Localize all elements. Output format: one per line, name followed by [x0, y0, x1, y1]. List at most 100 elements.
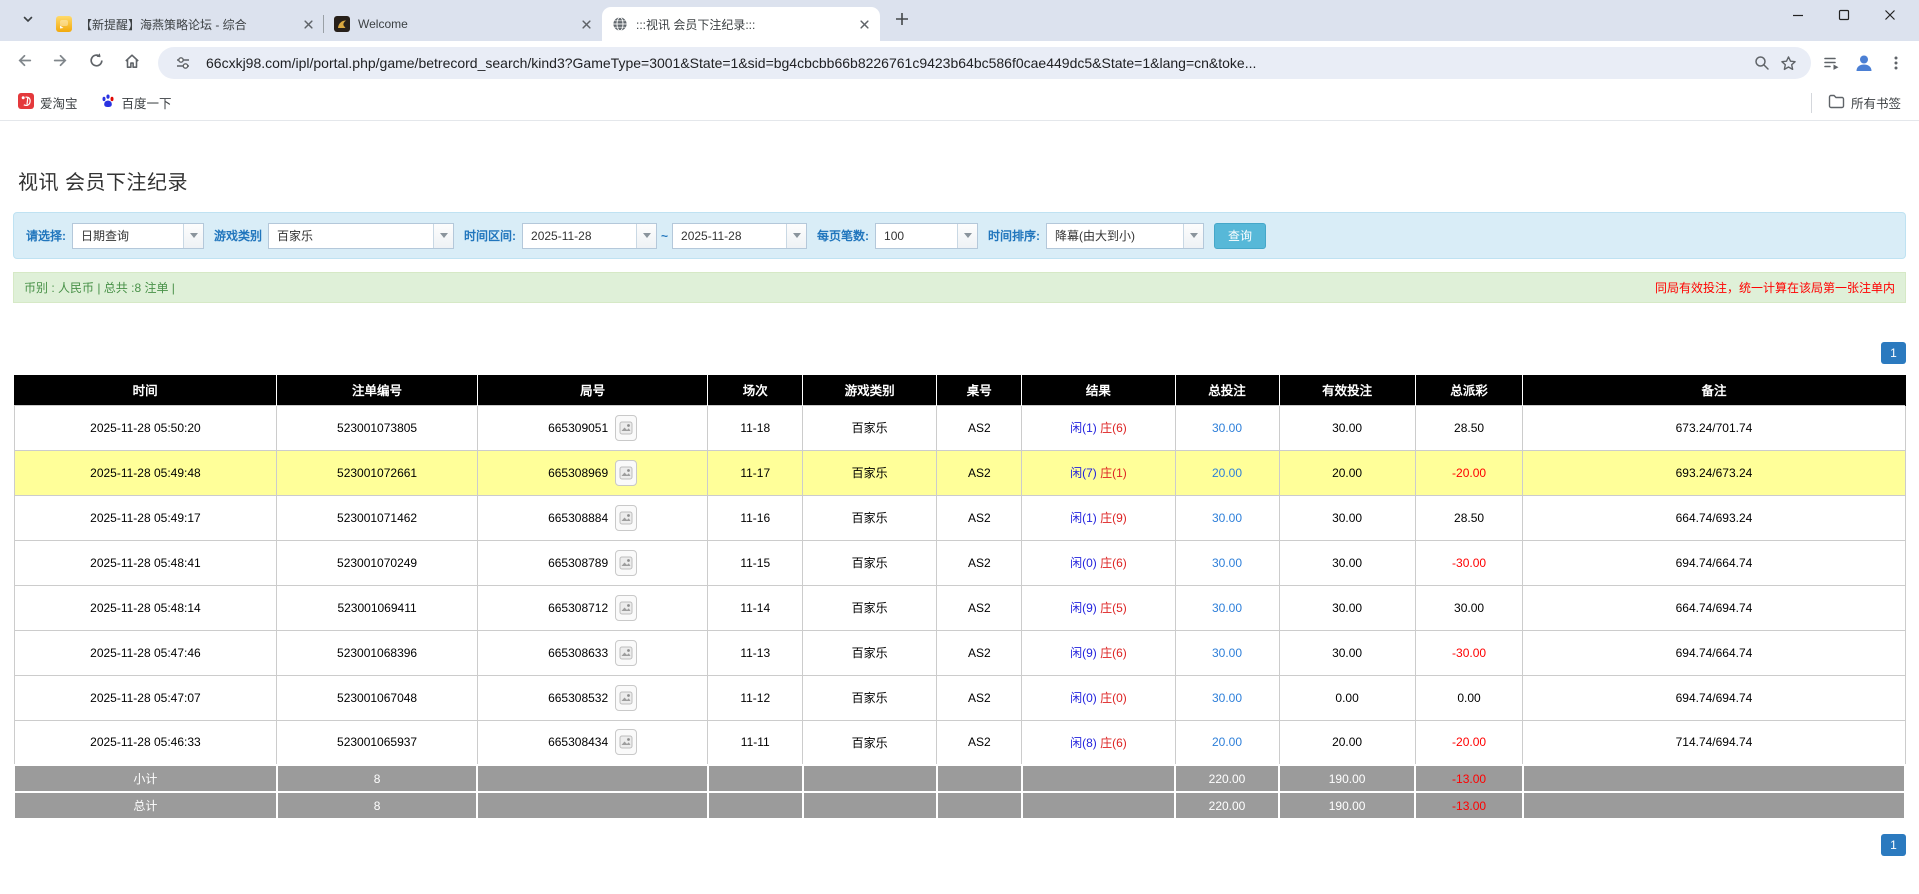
bookmark-item[interactable]: 爱淘宝: [10, 89, 86, 116]
combo-arrow-icon[interactable]: [786, 223, 807, 248]
search-button[interactable]: 查询: [1214, 222, 1267, 249]
cell-time: 2025-11-28 05:48:41: [13, 539, 278, 586]
cell-remark: 673.24/701.74: [1522, 404, 1906, 451]
combo-arrow-icon[interactable]: [1183, 223, 1204, 248]
cell-valid-bet: 30.00: [1278, 539, 1416, 586]
tab-close-icon[interactable]: [856, 16, 872, 32]
close-icon: [1884, 8, 1896, 26]
site-info-icon[interactable]: [170, 50, 196, 76]
page-number-button[interactable]: 1: [1881, 834, 1906, 856]
page-number-button[interactable]: 1: [1881, 342, 1906, 364]
column-header: 游戏类别: [802, 375, 938, 405]
cell-game-type: 百家乐: [802, 404, 938, 451]
cell-bet-id: 523001072661: [276, 449, 478, 496]
cell-time: 2025-11-28 05:50:20: [13, 404, 278, 451]
combo-arrow-icon[interactable]: [957, 223, 978, 248]
cell-total-bet[interactable]: 20.00: [1174, 719, 1280, 766]
all-bookmarks-button[interactable]: 所有书签: [1820, 89, 1909, 116]
forward-button[interactable]: [43, 46, 77, 80]
date-from-value: 2025-11-28: [531, 228, 592, 243]
url-text[interactable]: 66cxkj98.com/ipl/portal.php/game/betreco…: [206, 55, 1739, 71]
table-row: 2025-11-28 05:49:48 523001072661 665308969…: [13, 449, 1906, 496]
column-header: 时间: [14, 375, 278, 405]
table-row: 2025-11-28 05:50:20 523001073805 665309051…: [13, 404, 1906, 451]
column-header: 桌号: [936, 375, 1023, 405]
cell-time: 2025-11-28 05:47:46: [13, 629, 278, 676]
cell-total-bet[interactable]: 30.00: [1174, 494, 1280, 541]
combo-arrow-icon[interactable]: [183, 223, 203, 248]
cell-valid-bet: 30.00: [1278, 584, 1416, 631]
browser-tab[interactable]: Welcome: [323, 7, 602, 41]
home-button[interactable]: [115, 46, 149, 80]
browser-tab[interactable]: :::视讯 会员下注纪录:::: [602, 7, 880, 41]
table-header-row: 时间 注单编号 局号 场次 游戏类别 桌号 结果 总投注 有效投注 总派彩 备注: [14, 375, 1906, 405]
video-replay-icon[interactable]: [615, 414, 638, 441]
sort-value: 降幕(由大到小): [1055, 229, 1136, 243]
cell-bet-id: 523001065937: [276, 719, 478, 766]
bookmark-item[interactable]: 百度一下: [92, 89, 180, 116]
cell-payout: 0.00: [1414, 674, 1524, 721]
tab-strip-tabs: 【新提醒】海燕策略论坛 - 综合 Welcome:::视讯 会员下注纪录:::: [46, 7, 880, 41]
tab-search-button[interactable]: [14, 7, 42, 35]
video-replay-icon[interactable]: [615, 459, 638, 486]
bookmark-star-icon[interactable]: [1775, 50, 1801, 76]
reload-button[interactable]: [79, 46, 113, 80]
tab-close-icon[interactable]: [300, 16, 316, 32]
video-replay-icon[interactable]: [615, 594, 638, 621]
cell-total-bet[interactable]: 30.00: [1174, 674, 1280, 721]
cell-result: 闲(9) 庄(6): [1021, 629, 1176, 676]
cell-result: 闲(1) 庄(6): [1021, 404, 1176, 451]
cell-total-bet[interactable]: 30.00: [1174, 539, 1280, 586]
cell-total-bet[interactable]: 20.00: [1174, 449, 1280, 496]
tab-title: :::视讯 会员下注纪录:::: [636, 17, 756, 32]
cell-result: 闲(9) 庄(5): [1021, 584, 1176, 631]
window-close-button[interactable]: [1867, 0, 1913, 34]
zoom-icon[interactable]: [1749, 50, 1775, 76]
back-button[interactable]: [7, 46, 41, 80]
window-minimize-button[interactable]: [1775, 0, 1821, 34]
video-replay-icon[interactable]: [615, 639, 638, 666]
combo-arrow-icon[interactable]: [636, 223, 657, 248]
date-to-combobox[interactable]: 2025-11-28: [672, 222, 808, 249]
sort-combobox[interactable]: 降幕(由大到小): [1046, 222, 1205, 249]
browser-tab[interactable]: 【新提醒】海燕策略论坛 - 综合: [46, 7, 324, 41]
video-replay-icon[interactable]: [615, 729, 638, 756]
page-size-combobox[interactable]: 100: [875, 222, 979, 249]
address-bar[interactable]: 66cxkj98.com/ipl/portal.php/game/betreco…: [158, 47, 1811, 79]
date-from-combobox[interactable]: 2025-11-28: [522, 222, 658, 249]
browser-menu-icon[interactable]: [1883, 50, 1909, 76]
cell-game-type: 百家乐: [802, 629, 938, 676]
cell-total-bet[interactable]: 30.00: [1174, 584, 1280, 631]
media-controls-icon[interactable]: [1819, 50, 1845, 76]
cell-result: 闲(0) 庄(6): [1021, 539, 1176, 586]
cell-remark: 694.74/694.74: [1522, 674, 1906, 721]
column-header: 结果: [1021, 375, 1176, 405]
cell-valid-bet: 0.00: [1278, 674, 1416, 721]
video-replay-icon[interactable]: [615, 684, 638, 711]
new-tab-button[interactable]: [888, 7, 916, 35]
game-type-combobox[interactable]: 百家乐: [268, 222, 455, 249]
query-type-combobox[interactable]: 日期查询: [72, 222, 204, 249]
cell-bet-id: 523001071462: [276, 494, 478, 541]
total-row: 总计 8 220.00 190.00 -13.00: [13, 791, 1907, 820]
combo-arrow-icon[interactable]: [433, 223, 454, 248]
column-header: 场次: [707, 375, 804, 405]
profile-avatar-icon[interactable]: [1851, 50, 1877, 76]
folder-icon: [1828, 94, 1845, 112]
page-size-label: 每页笔数:: [817, 229, 870, 243]
tab-title: 【新提醒】海燕策略论坛 - 综合: [80, 17, 247, 32]
cell-total-bet[interactable]: 30.00: [1174, 404, 1280, 451]
date-range-label: 时间区间:: [464, 229, 517, 243]
tab-close-icon[interactable]: [578, 16, 594, 32]
video-replay-icon[interactable]: [615, 549, 638, 576]
cell-round-id: 665308434: [476, 719, 709, 766]
cell-time: 2025-11-28 05:49:17: [13, 494, 278, 541]
cell-result: 闲(1) 庄(9): [1021, 494, 1176, 541]
window-controls: [1775, 0, 1913, 34]
cell-total-bet[interactable]: 30.00: [1174, 629, 1280, 676]
cell-round-id: 665309051: [476, 404, 709, 451]
video-replay-icon[interactable]: [615, 504, 638, 531]
window-maximize-button[interactable]: [1821, 0, 1867, 34]
cell-payout: -20.00: [1414, 449, 1524, 496]
subtotal-valid-bet: 190.00: [1278, 764, 1417, 793]
